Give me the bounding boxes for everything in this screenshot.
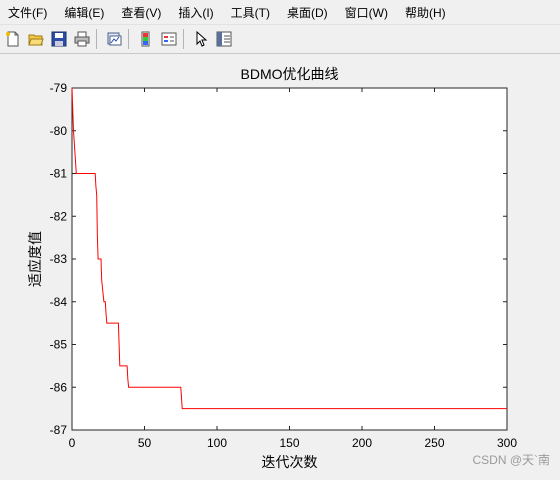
watermark: CSDN @天`南 (472, 453, 550, 467)
save-icon[interactable] (49, 29, 69, 49)
y-tick-label: -80 (50, 124, 68, 138)
x-tick-label: 300 (497, 436, 517, 450)
toolbar (0, 24, 560, 54)
menu-help[interactable]: 帮助(H) (397, 4, 446, 21)
chart-title: BDMO优化曲线 (241, 66, 339, 82)
y-tick-label: -86 (50, 380, 68, 394)
property-editor-icon[interactable] (214, 29, 234, 49)
colorbar-icon[interactable] (136, 29, 156, 49)
chart-svg[interactable]: 0 50 100 150 200 250 300 -79 -80 -81 -82 -83 -84 -85… (0, 55, 560, 475)
menu-file[interactable]: 文件(F) (0, 4, 47, 21)
y-tick-label: -82 (50, 209, 68, 223)
x-tick-label: 150 (279, 436, 299, 450)
legend-icon[interactable] (159, 29, 179, 49)
plot-area (71, 87, 508, 431)
x-tick-label: 0 (69, 436, 76, 450)
open-folder-icon[interactable] (26, 29, 46, 49)
y-tick-label: -83 (50, 252, 68, 266)
toolbar-separator (128, 29, 129, 49)
x-tick-label: 50 (138, 436, 152, 450)
y-tick-label: -81 (50, 167, 68, 181)
x-tick-label: 100 (207, 436, 227, 450)
menubar: 文件(F) 编辑(E) 查看(V) 插入(I) 工具(T) 桌面(D) 窗口(W… (0, 0, 560, 24)
menu-view[interactable]: 查看(V) (113, 4, 161, 21)
pointer-icon[interactable] (191, 29, 211, 49)
print-figure-icon[interactable] (104, 29, 124, 49)
y-tick-label: -79 (50, 81, 68, 95)
y-axis-label: 适应度值 (27, 231, 43, 287)
menu-tools[interactable]: 工具(T) (223, 4, 270, 21)
figure-area: 0 50 100 150 200 250 300 -79 -80 -81 -82 -83 -84 -85… (0, 55, 560, 475)
y-tick-label: -85 (50, 338, 68, 352)
x-tick-label: 250 (424, 436, 444, 450)
menu-insert[interactable]: 插入(I) (170, 4, 213, 21)
toolbar-separator (96, 29, 97, 49)
menu-desktop[interactable]: 桌面(D) (279, 4, 328, 21)
new-file-icon[interactable] (3, 29, 23, 49)
y-tick-label: -87 (50, 423, 68, 437)
print-icon[interactable] (72, 29, 92, 49)
menu-window[interactable]: 窗口(W) (337, 4, 388, 21)
menu-edit[interactable]: 编辑(E) (56, 4, 104, 21)
y-tick-label: -84 (50, 295, 68, 309)
x-tick-label: 200 (352, 436, 372, 450)
x-axis-label: 迭代次数 (262, 454, 318, 470)
toolbar-separator (183, 29, 184, 49)
